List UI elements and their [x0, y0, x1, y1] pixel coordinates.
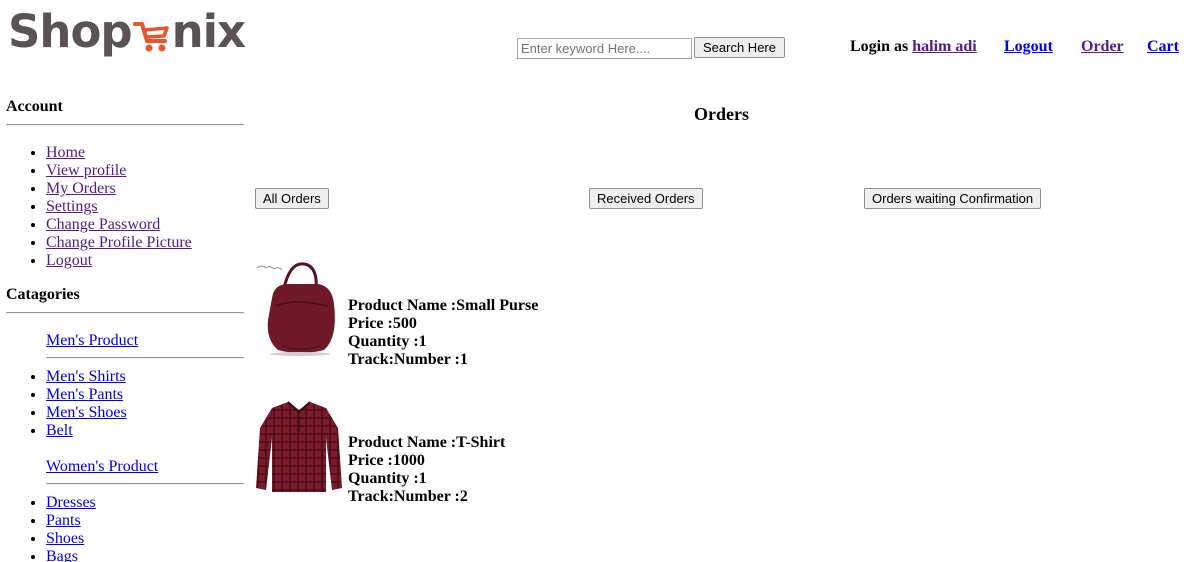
- received-orders-button[interactable]: Received Orders: [589, 188, 703, 209]
- divider: [46, 483, 244, 485]
- pants-link[interactable]: Pants: [46, 512, 81, 529]
- categories-heading: Catagories: [6, 286, 80, 303]
- login-status: Login as halim adi: [850, 38, 977, 56]
- bags-link[interactable]: Bags: [46, 548, 78, 562]
- page: Shop nix Search Here Login as halim adi …: [0, 0, 1188, 562]
- product-name: Product Name :T-Shirt: [348, 434, 506, 451]
- product-price: Price :500: [348, 315, 417, 332]
- product-quantity: Quantity :1: [348, 470, 427, 487]
- sidebar-item-change-picture: Change Profile Picture: [46, 234, 244, 252]
- order-link[interactable]: Order: [1081, 38, 1124, 55]
- sidebar-item-my-orders: My Orders: [46, 180, 244, 198]
- order-details: Product Name :T-Shirt Price :1000 Quanti…: [348, 434, 505, 506]
- page-title: Orders: [694, 104, 749, 124]
- cart-link[interactable]: Cart: [1147, 38, 1179, 55]
- sidebar-item-mens-shoes: Men's Shoes: [46, 404, 244, 422]
- sidebar-item-shoes: Shoes: [46, 530, 244, 548]
- sidebar: Account Home View profile My Orders Sett…: [6, 98, 244, 562]
- logout-link[interactable]: Logout: [1004, 38, 1053, 55]
- divider: [6, 312, 244, 314]
- sidebar-item-view-profile: View profile: [46, 162, 244, 180]
- waiting-confirmation-button[interactable]: Orders waiting Confirmation: [864, 188, 1042, 209]
- purse-image: [254, 260, 344, 356]
- track-number: Track:Number :1: [348, 351, 468, 368]
- search-button[interactable]: Search Here: [694, 37, 785, 58]
- account-heading: Account: [6, 98, 63, 115]
- mens-shoes-link[interactable]: Men's Shoes: [46, 404, 127, 421]
- shirt-image: [254, 398, 344, 494]
- mens-pants-link[interactable]: Men's Pants: [46, 386, 123, 403]
- sidebar-item-change-password: Change Password: [46, 216, 244, 234]
- search-input[interactable]: [517, 38, 692, 59]
- sidebar-item-pants: Pants: [46, 512, 244, 530]
- product-name: Product Name :Small Purse: [348, 297, 539, 314]
- divider: [6, 124, 244, 126]
- track-number: Track:Number :2: [348, 488, 468, 505]
- change-profile-picture-link[interactable]: Change Profile Picture: [46, 234, 192, 251]
- settings-link[interactable]: Settings: [46, 198, 98, 215]
- change-password-link[interactable]: Change Password: [46, 216, 160, 233]
- mens-menu: Men's Shirts Men's Pants Men's Shoes Bel…: [6, 368, 244, 440]
- logo-text-left: Shop: [8, 4, 133, 58]
- logo-text-right: nix: [171, 4, 246, 58]
- home-link[interactable]: Home: [46, 144, 85, 161]
- sidebar-item-mens-shirts: Men's Shirts: [46, 368, 244, 386]
- login-prefix: Login as: [850, 38, 909, 55]
- belt-link[interactable]: Belt: [46, 422, 73, 439]
- product-price: Price :1000: [348, 452, 425, 469]
- account-menu: Home View profile My Orders Settings Cha…: [6, 144, 244, 270]
- mens-shirts-link[interactable]: Men's Shirts: [46, 368, 126, 385]
- sidebar-item-settings: Settings: [46, 198, 244, 216]
- username-link[interactable]: halim adi: [912, 38, 976, 55]
- dresses-link[interactable]: Dresses: [46, 494, 96, 511]
- cart-logo-icon: [132, 22, 169, 52]
- womens-product-link[interactable]: Women's Product: [46, 458, 244, 476]
- sidebar-item-home: Home: [46, 144, 244, 162]
- product-quantity: Quantity :1: [348, 333, 427, 350]
- sidebar-item-dresses: Dresses: [46, 494, 244, 512]
- sidebar-logout-link[interactable]: Logout: [46, 252, 92, 269]
- all-orders-button[interactable]: All Orders: [255, 188, 329, 209]
- sidebar-item-belt: Belt: [46, 422, 244, 440]
- mens-product-link[interactable]: Men's Product: [46, 332, 244, 350]
- sidebar-item-logout: Logout: [46, 252, 244, 270]
- order-details: Product Name :Small Purse Price :500 Qua…: [348, 297, 538, 369]
- shoes-link[interactable]: Shoes: [46, 530, 84, 547]
- sidebar-item-mens-pants: Men's Pants: [46, 386, 244, 404]
- divider: [46, 357, 244, 359]
- my-orders-link[interactable]: My Orders: [46, 180, 116, 197]
- logo[interactable]: Shop nix: [8, 0, 248, 62]
- view-profile-link[interactable]: View profile: [46, 162, 126, 179]
- sidebar-item-bags: Bags: [46, 548, 244, 562]
- womens-menu: Dresses Pants Shoes Bags: [6, 494, 244, 562]
